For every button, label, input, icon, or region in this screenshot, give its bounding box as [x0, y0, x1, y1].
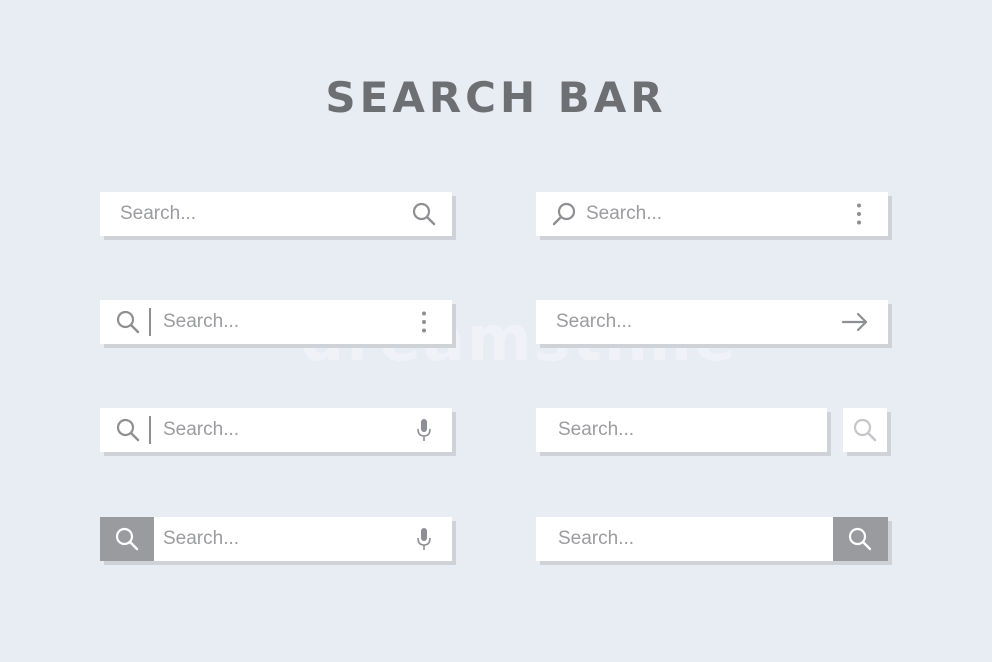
page-title: SEARCH BAR: [325, 73, 667, 122]
search-icon[interactable]: [410, 200, 438, 228]
microphone-icon[interactable]: [410, 525, 438, 553]
search-input[interactable]: Search...: [586, 192, 662, 236]
search-bar[interactable]: Search...: [100, 408, 452, 452]
search-bar[interactable]: Search...: [100, 192, 452, 236]
search-input[interactable]: Search...: [558, 408, 634, 452]
search-icon[interactable]: [851, 416, 879, 444]
search-input[interactable]: Search...: [556, 300, 632, 344]
search-button[interactable]: [843, 408, 887, 452]
microphone-icon[interactable]: [410, 416, 438, 444]
kebab-menu-icon[interactable]: [845, 200, 873, 228]
search-bar[interactable]: Search...: [536, 300, 888, 344]
search-input[interactable]: Search...: [163, 517, 239, 561]
search-input[interactable]: Search...: [163, 408, 239, 452]
search-icon[interactable]: [846, 525, 874, 553]
search-input[interactable]: Search...: [163, 300, 239, 344]
search-bar[interactable]: Search...: [536, 517, 888, 561]
search-icon[interactable]: [550, 200, 578, 228]
divider: [149, 308, 151, 336]
search-icon[interactable]: [113, 525, 141, 553]
search-button[interactable]: [833, 517, 888, 561]
search-icon[interactable]: [114, 416, 142, 444]
search-bar[interactable]: Search...: [536, 192, 888, 236]
search-bar[interactable]: Search...: [100, 517, 452, 561]
search-icon[interactable]: [114, 308, 142, 336]
divider: [149, 416, 151, 444]
arrow-right-icon[interactable]: [838, 308, 872, 336]
search-input[interactable]: Search...: [558, 517, 634, 561]
kebab-menu-icon[interactable]: [410, 308, 438, 336]
search-bar[interactable]: Search...: [100, 300, 452, 344]
search-button[interactable]: [100, 517, 154, 561]
search-input[interactable]: Search...: [120, 192, 196, 236]
search-bar[interactable]: Search...: [536, 408, 827, 452]
